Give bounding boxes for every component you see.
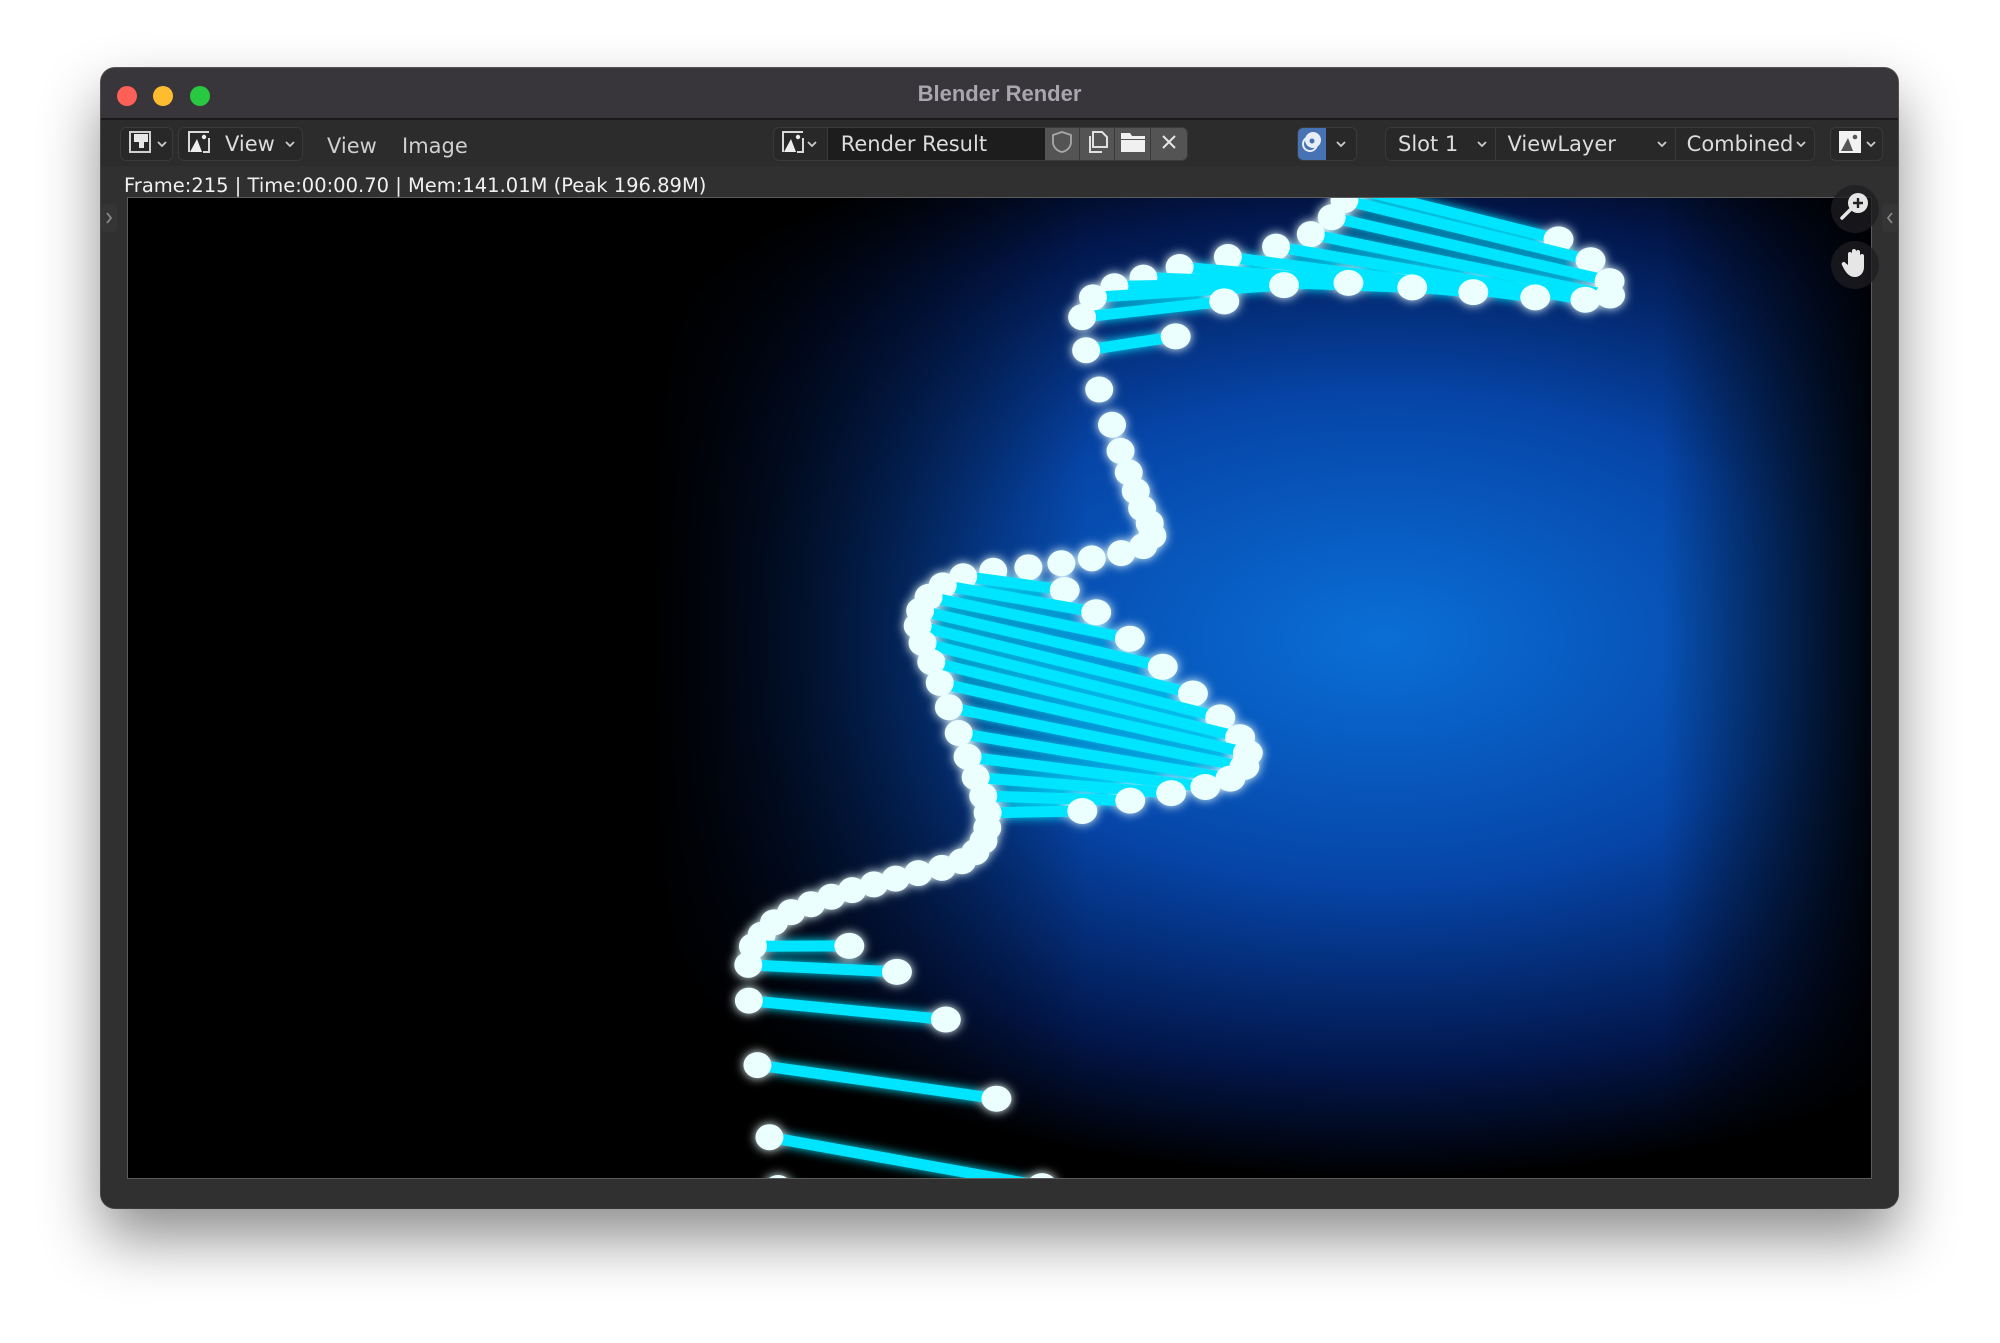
dna-node	[1115, 787, 1146, 814]
editor-type-button[interactable]	[120, 127, 173, 161]
render-stats: Frame:215 | Time:00:00.70 | Mem:141.01M …	[124, 174, 707, 197]
title-bar: Blender Render	[101, 68, 1898, 120]
dna-rung	[742, 959, 903, 978]
dna-node	[1595, 282, 1626, 309]
menu-view[interactable]: View	[327, 134, 377, 158]
dna-backbone-node	[1047, 550, 1076, 577]
chevron-right-icon	[106, 212, 113, 224]
folder-icon	[1120, 131, 1146, 157]
toolbar-expand-toggle[interactable]	[101, 204, 117, 232]
dna-backbone-node	[755, 1124, 784, 1151]
dna-node	[930, 1006, 961, 1033]
copy-icon	[1085, 130, 1109, 158]
render-result-image[interactable]	[127, 197, 1872, 1179]
color-alpha-icon	[1838, 130, 1862, 158]
shield-icon	[1051, 130, 1073, 158]
dna-backbone-node	[927, 854, 956, 881]
dna-node	[1333, 269, 1364, 296]
dna-node	[1570, 286, 1601, 313]
mode-dropdown[interactable]: View	[178, 127, 303, 161]
chevron-down-icon	[157, 141, 167, 148]
menu-image[interactable]: Image	[402, 134, 468, 158]
hand-icon	[1840, 247, 1870, 283]
dna-backbone-node	[1014, 554, 1043, 581]
chevron-down-icon	[1796, 141, 1806, 148]
dna-backbone-node	[743, 1052, 772, 1079]
dna-backbone-node	[734, 987, 763, 1014]
dna-node	[834, 932, 865, 959]
mode-label: View	[225, 132, 275, 156]
dna-backbone-node	[1072, 337, 1101, 364]
display-channels-dropdown[interactable]	[1830, 127, 1883, 161]
dna-backbone-node	[1296, 221, 1325, 248]
dna-node	[1397, 274, 1428, 301]
dna-node	[1049, 577, 1080, 604]
chevron-down-icon	[1476, 141, 1487, 148]
dna-node	[881, 958, 912, 985]
image-name: Render Result	[840, 132, 988, 156]
dna-node	[1067, 797, 1098, 824]
dna-node	[1156, 780, 1187, 807]
dna-node	[1269, 272, 1300, 299]
chevron-down-icon	[807, 141, 817, 148]
image-icon	[187, 130, 211, 158]
render-slot-icon	[1300, 130, 1324, 158]
chevron-down-icon	[1866, 141, 1876, 148]
chevron-down-icon	[285, 141, 295, 148]
render-vignette	[128, 198, 1871, 1178]
view-layer-label: ViewLayer	[1507, 132, 1616, 156]
dna-backbone-node	[1098, 411, 1127, 438]
window-title: Blender Render	[917, 81, 1082, 106]
dna-node	[1190, 773, 1221, 800]
dna-node	[981, 1085, 1012, 1112]
image-editor-icon	[129, 131, 153, 157]
chevron-down-icon	[1336, 141, 1346, 148]
dna-backbone-node	[925, 669, 954, 696]
sidebar-expand-toggle[interactable]	[1882, 204, 1898, 232]
close-icon	[1160, 133, 1178, 155]
render-slot-toggle[interactable]	[1297, 127, 1357, 161]
view-layer-dropdown[interactable]: ViewLayer	[1496, 128, 1676, 160]
dna-backbone-node	[1077, 545, 1106, 572]
unlink-image-button[interactable]	[1151, 128, 1187, 160]
open-image-button[interactable]	[1115, 128, 1152, 160]
dna-render-canvas	[128, 198, 1871, 1178]
pan-view-button[interactable]	[1831, 241, 1879, 289]
chevron-left-icon	[1886, 212, 1893, 224]
browse-image-button[interactable]	[774, 128, 828, 160]
slot-dropdown[interactable]: Slot 1	[1386, 128, 1496, 160]
dna-backbone-node	[934, 694, 963, 721]
zoom-in-icon	[1839, 191, 1871, 227]
zoom-view-button[interactable]	[1831, 185, 1879, 233]
image-datablock-selector: Render Result	[773, 127, 1188, 161]
pass-dropdown[interactable]: Combined	[1676, 128, 1814, 160]
image-icon	[781, 130, 805, 158]
dna-node	[1458, 279, 1489, 306]
image-editor-header: View View Image Render Result Slot 1 Vie…	[101, 120, 1898, 166]
render-pass-selectors: Slot 1 ViewLayer Combined	[1385, 127, 1815, 161]
image-name-field[interactable]: Render Result	[827, 128, 1045, 160]
dna-backbone-node	[1262, 233, 1291, 260]
dna-backbone-node	[1107, 540, 1136, 567]
dna-rung	[977, 790, 1136, 807]
dna-node	[1160, 323, 1191, 350]
dna-backbone-node	[1068, 304, 1097, 331]
pass-label: Combined	[1686, 132, 1794, 156]
dna-node	[1147, 653, 1178, 680]
chevron-down-icon	[1657, 141, 1667, 148]
dna-backbone-node	[944, 720, 973, 747]
dna-node	[1081, 599, 1112, 626]
slot-label: Slot 1	[1398, 132, 1459, 156]
blender-render-window: Blender Render View View Image Render Re…	[101, 68, 1898, 1208]
dna-backbone-node	[1085, 376, 1114, 403]
dna-node	[1520, 284, 1551, 311]
dna-node	[1209, 288, 1240, 315]
fake-user-button[interactable]	[1044, 128, 1080, 160]
dna-backbone-node	[734, 951, 763, 978]
render-slot-icon-wrap	[1298, 128, 1327, 160]
duplicate-image-button[interactable]	[1079, 128, 1116, 160]
dna-node	[1114, 625, 1145, 652]
